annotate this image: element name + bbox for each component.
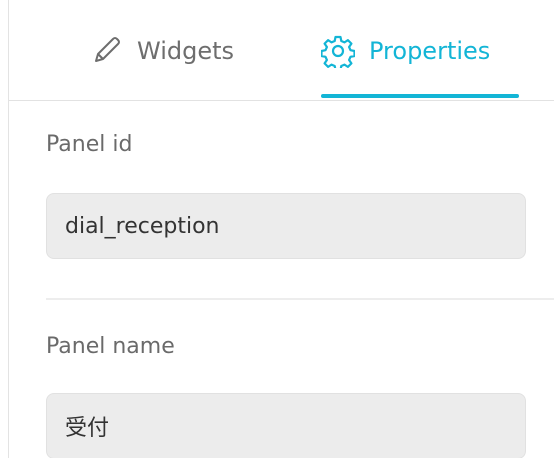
tab-widgets[interactable]: Widgets [89,26,234,76]
tab-widgets-label: Widgets [137,37,235,65]
tab-properties[interactable]: Properties [321,26,490,76]
panel-id-label: Panel id [46,132,133,157]
tab-properties-label: Properties [369,37,491,65]
properties-panel: Widgets Properties Panel id Panel name [0,0,554,458]
active-tab-indicator [321,94,519,98]
panel-name-field[interactable] [46,393,526,458]
panel-name-label: Panel name [46,334,175,359]
tab-bar: Widgets Properties [9,0,554,101]
pencil-icon [89,34,123,68]
gear-icon [321,34,355,68]
panel-id-field[interactable] [46,193,526,259]
section-divider [46,298,554,300]
